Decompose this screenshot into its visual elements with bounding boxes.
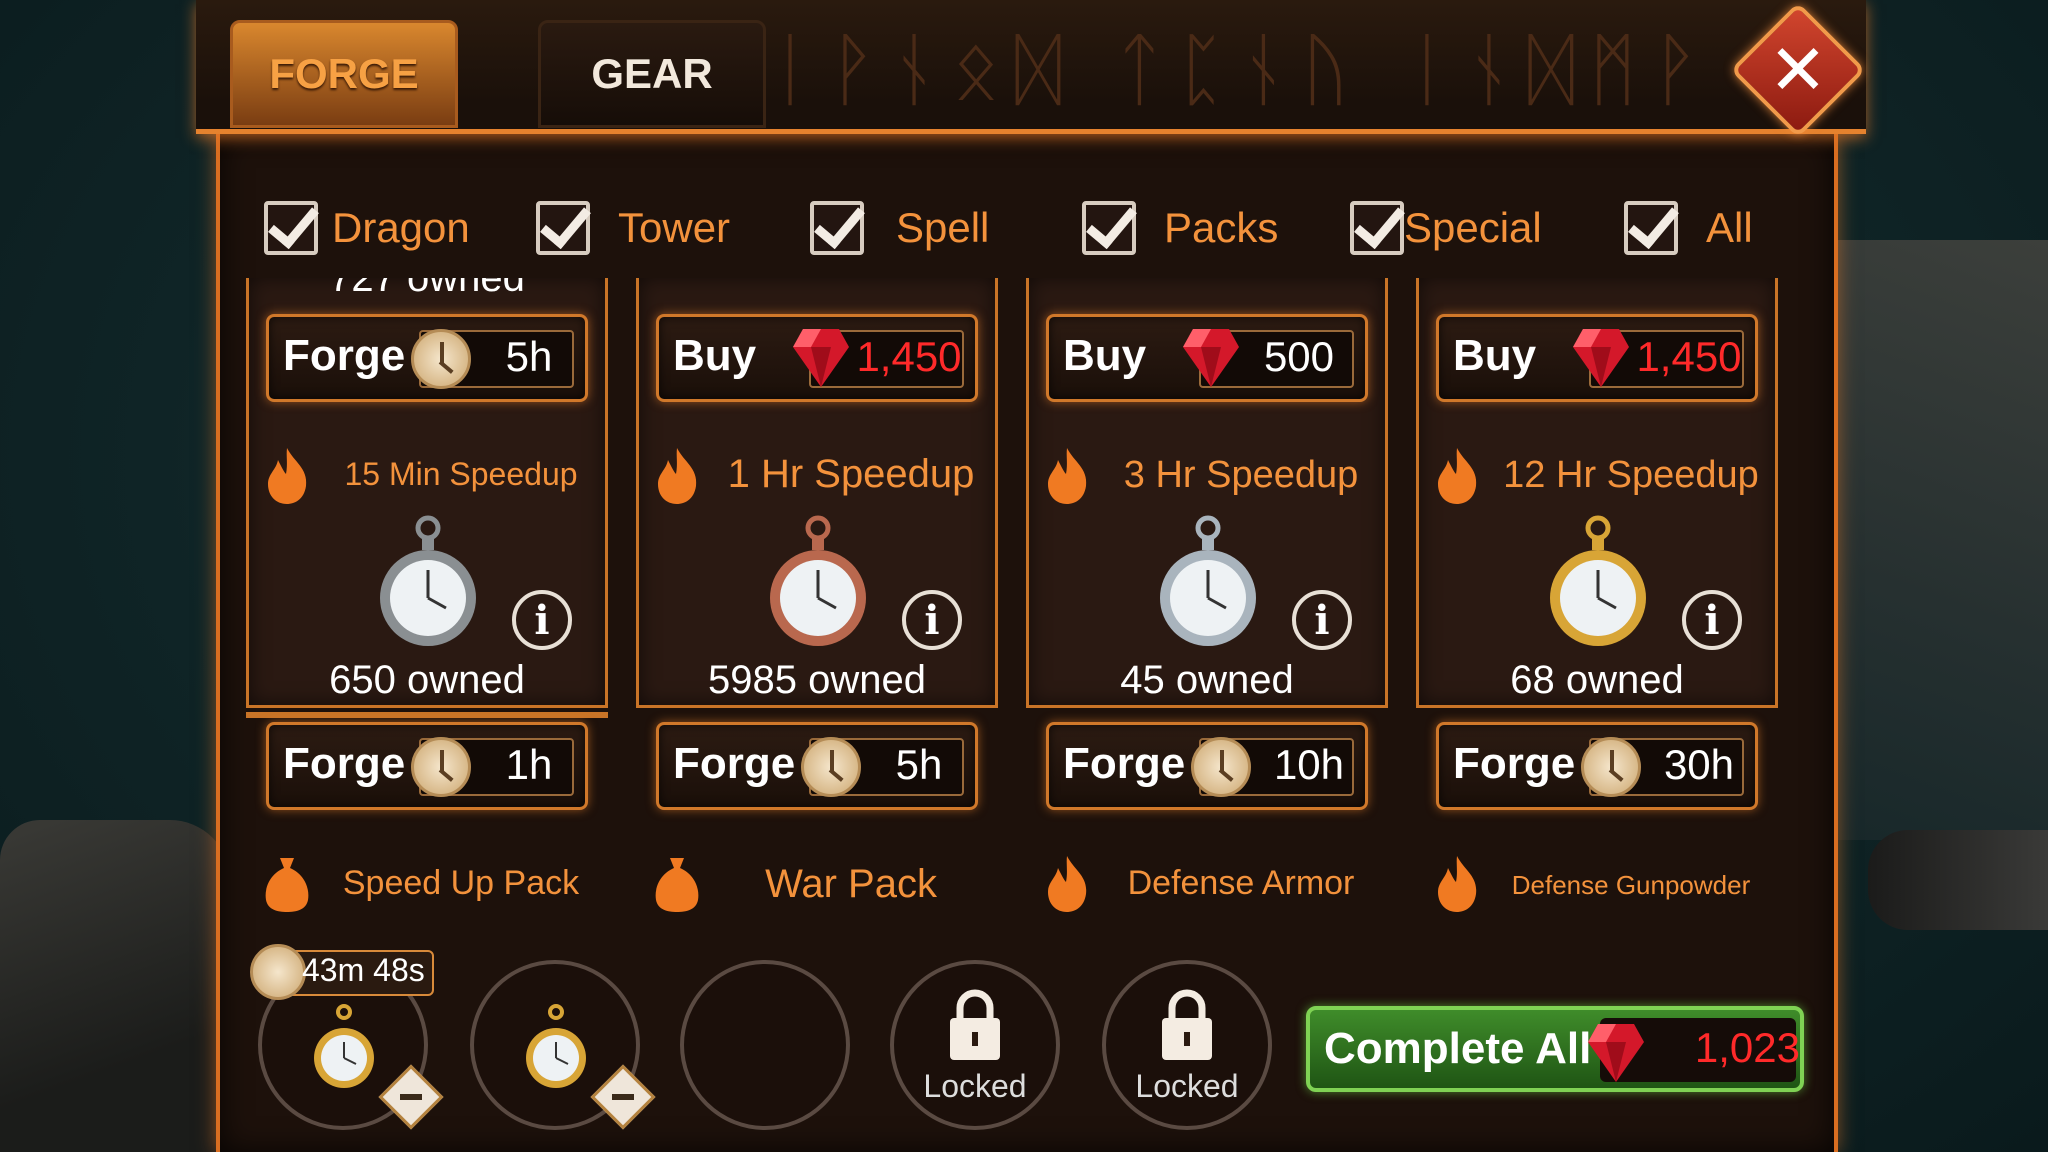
flame-icon — [1048, 856, 1087, 912]
forge-button[interactable]: Forge 1h — [266, 722, 588, 810]
sack-icon — [655, 858, 699, 912]
minus-icon[interactable] — [600, 1074, 646, 1120]
forge-button[interactable]: Forge 5h — [656, 722, 978, 810]
clock-icon — [1191, 737, 1251, 797]
item-title: Defense Gunpowder — [1511, 870, 1751, 900]
clock-icon — [801, 737, 861, 797]
lock-icon — [950, 989, 1000, 1060]
minus-icon[interactable] — [388, 1074, 434, 1120]
clock-icon — [1581, 737, 1641, 797]
background-cannon — [1868, 830, 2048, 930]
filter-packs[interactable]: Packs — [1082, 196, 1278, 260]
checkbox-packs[interactable] — [1082, 201, 1136, 255]
buy-button[interactable]: Buy 1,450 — [1436, 314, 1758, 402]
item-column: Buy 1,450 1 Hr Speedup i 5985 owned Forg… — [636, 278, 998, 928]
clock-icon — [411, 737, 471, 797]
forge-button[interactable]: Forge 5h — [266, 314, 588, 402]
flame-icon — [1438, 856, 1477, 912]
lock-icon — [1162, 989, 1212, 1060]
clock-icon — [411, 329, 471, 389]
queue-slot-locked: Locked — [1102, 960, 1272, 1130]
flame-icon — [268, 448, 307, 504]
forge-button[interactable]: Forge 10h — [1046, 722, 1368, 810]
item-title: War Pack — [765, 862, 937, 906]
filter-spell[interactable]: Spell — [810, 196, 989, 260]
checkbox-tower[interactable] — [536, 201, 590, 255]
close-icon[interactable]: ✕ — [1750, 22, 1846, 118]
info-icon[interactable]: i — [512, 590, 572, 650]
pocket-watch-icon[interactable] — [1548, 514, 1648, 652]
flame-icon — [658, 448, 697, 504]
tab-forge[interactable]: FORGE — [230, 20, 458, 128]
info-icon[interactable]: i — [1682, 590, 1742, 650]
item-list[interactable]: 727 owned Forge 5h 15 Min Speedup i 650 … — [242, 278, 1812, 928]
sack-icon — [265, 858, 309, 912]
filter-dragon[interactable]: Dragon — [264, 196, 470, 260]
item-column: 727 owned Forge 5h 15 Min Speedup i 650 … — [246, 278, 608, 928]
info-icon[interactable]: i — [1292, 590, 1352, 650]
item-title: 1 Hr Speedup — [727, 452, 975, 496]
owned-count: 650 owned — [329, 658, 525, 702]
filter-tower[interactable]: Tower — [536, 196, 730, 260]
checkbox-special[interactable] — [1350, 201, 1404, 255]
background-structure-right — [1838, 240, 2048, 840]
pocket-watch-icon[interactable] — [1158, 514, 1258, 652]
filter-special[interactable]: Special — [1350, 196, 1542, 260]
pocket-watch-icon — [314, 1004, 374, 1088]
forge-button[interactable]: Forge 30h — [1436, 722, 1758, 810]
flame-icon — [1438, 448, 1477, 504]
gem-icon — [793, 329, 849, 387]
flame-icon — [1048, 448, 1087, 504]
gem-icon — [1588, 1024, 1644, 1082]
background-structure-left — [0, 820, 230, 1152]
owned-count: 5985 owned — [708, 658, 926, 702]
pocket-watch-icon[interactable] — [768, 514, 868, 652]
item-title: Defense Armor — [1127, 864, 1355, 902]
clock-icon — [250, 944, 306, 1000]
checkbox-dragon[interactable] — [264, 201, 318, 255]
timer-text: 43m 48s — [302, 952, 425, 988]
owned-count: 727 owned — [329, 278, 525, 300]
buy-button[interactable]: Buy 1,450 — [656, 314, 978, 402]
filter-all[interactable]: All — [1624, 196, 1753, 260]
info-icon[interactable]: i — [902, 590, 962, 650]
pocket-watch-icon — [526, 1004, 586, 1088]
gem-icon — [1183, 329, 1239, 387]
queue-slot-empty[interactable] — [680, 960, 850, 1130]
item-column: Buy 500 3 Hr Speedup i 45 owned Forge 10… — [1026, 278, 1388, 928]
buy-button[interactable]: Buy 500 — [1046, 314, 1368, 402]
owned-count: 45 owned — [1120, 658, 1294, 702]
queue-slot-locked: Locked — [890, 960, 1060, 1130]
owned-count: 68 owned — [1510, 658, 1684, 702]
item-title: 3 Hr Speedup — [1123, 454, 1359, 496]
item-column: Buy 1,450 12 Hr Speedup i 68 owned Forge — [1416, 278, 1778, 928]
complete-all-button[interactable]: Complete All 1,023 — [1306, 1006, 1804, 1092]
gem-icon — [1573, 329, 1629, 387]
checkbox-all[interactable] — [1624, 201, 1678, 255]
checkbox-spell[interactable] — [810, 201, 864, 255]
pocket-watch-icon[interactable] — [378, 514, 478, 652]
item-title: Speed Up Pack — [342, 864, 580, 902]
item-title: 12 Hr Speedup — [1503, 454, 1759, 496]
item-title: 15 Min Speedup — [344, 456, 578, 492]
tab-gear[interactable]: GEAR — [538, 20, 766, 128]
